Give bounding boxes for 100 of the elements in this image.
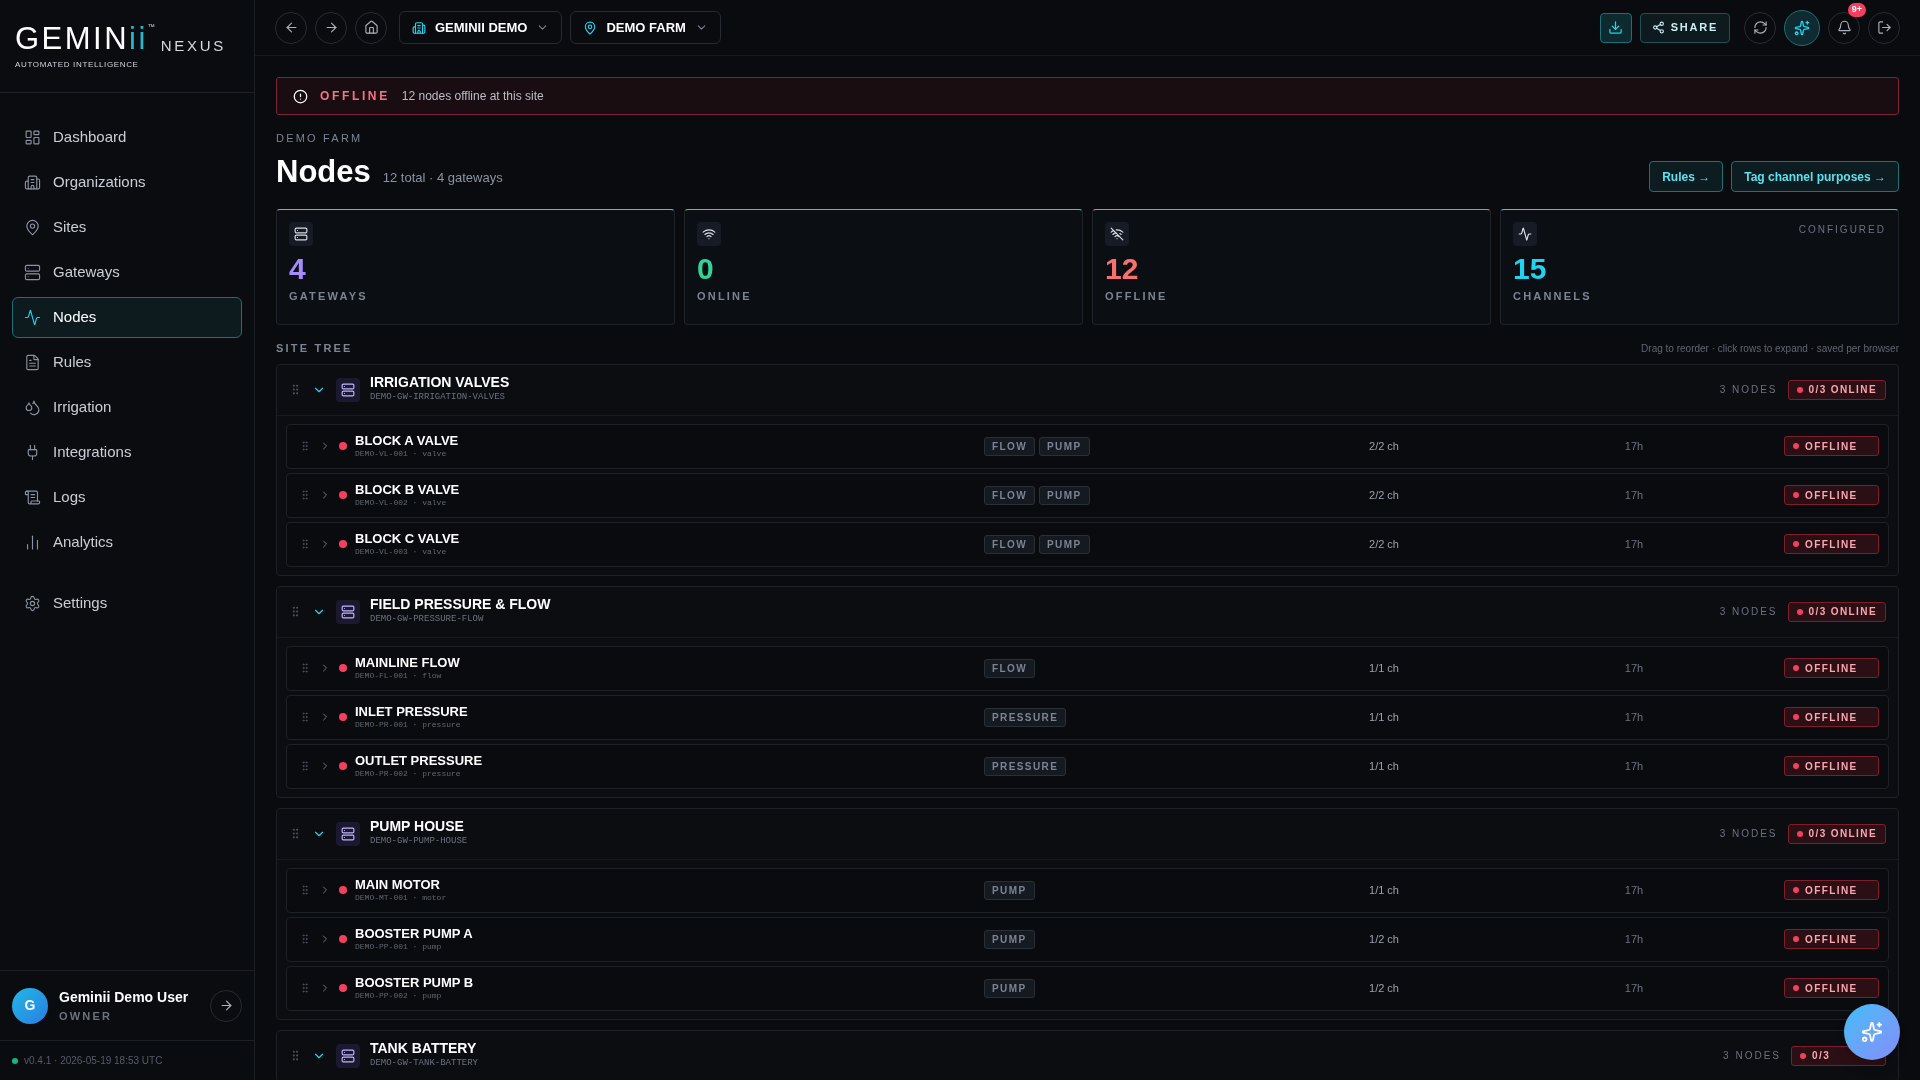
node-row[interactable]: BOOSTER PUMP A DEMO-PP-001 · pump PUMP 1/2 ch 17h OFFLINE [286, 916, 1889, 962]
drag-handle-icon[interactable] [299, 440, 311, 452]
server-icon [341, 826, 355, 841]
drag-handle-icon[interactable] [299, 711, 311, 723]
user-role: OWNER [59, 1008, 114, 1024]
node-row[interactable]: BLOCK B VALVE DEMO-VL-002 · valve FLOW PUMP 2/2 ch 17h OFFLINE [286, 472, 1889, 518]
nav-item[interactable]: Logs [12, 477, 242, 518]
node-row[interactable]: BLOCK A VALVE DEMO-VL-001 · valve FLOW PUMP 2/2 ch 17h OFFLINE [286, 423, 1889, 469]
purpose-tag: PUMP [984, 929, 1035, 949]
server-icon [341, 1048, 355, 1063]
nav-item[interactable]: Irrigation [12, 387, 242, 428]
node-row[interactable]: BOOSTER PUMP B DEMO-PP-002 · pump PUMP 1/2 ch 17h OFFLINE [286, 965, 1889, 1011]
purpose-tag: PUMP [984, 880, 1035, 900]
download-button[interactable] [1599, 12, 1632, 43]
stat-value: 0 [697, 251, 715, 287]
node-count: 3 NODES [1719, 827, 1778, 841]
node-name: BLOCK A VALVE [355, 432, 459, 448]
nav-item[interactable]: Gateways [12, 252, 242, 293]
download-icon [1608, 20, 1624, 35]
status-badge: OFFLINE [1784, 756, 1879, 776]
node-name: INLET PRESSURE [355, 703, 468, 719]
stat-label: CHANNELS [1513, 289, 1593, 304]
node-count: 3 NODES [1719, 383, 1778, 397]
drag-handle-icon[interactable] [299, 982, 311, 994]
node-row[interactable]: INLET PRESSURE DEMO-PR-001 · pressure PRESSURE 1/1 ch 17h OFFLINE [286, 694, 1889, 740]
drag-handle-icon[interactable] [299, 538, 311, 550]
version-text: v0.4.1 · 2026-05-19 18:53 UTC [24, 1054, 163, 1068]
logo-suffix: NEXUS [160, 36, 226, 56]
site-dropdown[interactable]: DEMO FARM [570, 11, 721, 44]
status-badge: OFFLINE [1784, 929, 1879, 949]
purpose-tag: PUMP [1039, 534, 1090, 554]
node-row[interactable]: OUTLET PRESSURE DEMO-PR-002 · pressure PRESSURE 1/1 ch 17h OFFLINE [286, 743, 1889, 789]
drag-handle-icon[interactable] [299, 489, 311, 501]
last-seen: 17h [1623, 709, 1645, 725]
node-name: BLOCK B VALVE [355, 481, 460, 497]
share-button[interactable]: SHARE [1639, 12, 1730, 43]
purpose-tag: PUMP [1039, 485, 1090, 505]
header-link-button[interactable]: Rules → [1649, 161, 1724, 192]
channel-count: 2/2 ch [1368, 438, 1400, 454]
assistant-button[interactable] [1784, 9, 1820, 46]
wifi-icon [702, 227, 716, 241]
drag-handle-icon[interactable] [299, 662, 311, 674]
refresh-icon [1752, 20, 1768, 35]
nav-item[interactable]: Nodes [12, 297, 242, 338]
gateway-name: IRRIGATION VALVES [370, 374, 510, 392]
node-row[interactable]: BLOCK C VALVE DEMO-VL-003 · valve FLOW PUMP 2/2 ch 17h OFFLINE [286, 521, 1889, 567]
nav-item[interactable]: Dashboard [12, 117, 242, 158]
nav-item[interactable]: Settings [12, 583, 242, 624]
building-icon [24, 174, 41, 191]
share-icon [1651, 21, 1665, 34]
node-id: DEMO-FL-001 · flow [355, 669, 443, 682]
node-id: DEMO-PR-001 · pressure [355, 718, 462, 731]
node-row[interactable]: MAINLINE FLOW DEMO-FL-001 · flow FLOW 1/1 ch 17h OFFLINE [286, 645, 1889, 691]
channel-count: 1/1 ch [1368, 758, 1400, 774]
scroll-icon [24, 489, 41, 506]
arrow-right-icon [218, 998, 234, 1013]
last-seen: 17h [1623, 758, 1645, 774]
page-title: Nodes [276, 152, 371, 191]
purpose-tag: FLOW [984, 436, 1036, 456]
node-id: DEMO-PR-002 · pressure [355, 767, 462, 780]
drag-handle-icon[interactable] [299, 760, 311, 772]
pulse-icon [24, 309, 41, 326]
nav-item[interactable]: Organizations [12, 162, 242, 203]
page-eyebrow: DEMO FARM [276, 131, 364, 146]
notification-count: 9+ [1847, 2, 1866, 17]
purpose-tag: PRESSURE [984, 756, 1067, 776]
channel-count: 1/2 ch [1368, 931, 1400, 947]
banner-message: 12 nodes offline at this site [401, 88, 544, 105]
stat-label: ONLINE [697, 289, 753, 304]
last-seen: 17h [1623, 487, 1645, 503]
user-avatar: G [12, 987, 48, 1024]
server-icon [24, 264, 41, 281]
nav-item[interactable]: Analytics [12, 522, 242, 563]
node-name: BOOSTER PUMP A [355, 925, 473, 941]
last-seen: 17h [1623, 980, 1645, 996]
status-badge: 0/3 ONLINE [1787, 601, 1886, 622]
header-link-button[interactable]: Tag channel purposes → [1731, 161, 1899, 192]
organization-dropdown[interactable]: GEMINII DEMO [399, 11, 563, 44]
building-icon [412, 20, 426, 35]
drag-handle-icon[interactable] [299, 884, 311, 896]
last-seen: 17h [1623, 438, 1645, 454]
nav-item[interactable]: Integrations [12, 432, 242, 473]
stat-value: 12 [1105, 251, 1140, 287]
purpose-tag: PUMP [984, 978, 1035, 998]
gateway-id: DEMO-GW-IRRIGATION-VALVES [370, 391, 507, 405]
node-id: DEMO-VL-002 · valve [355, 496, 448, 509]
status-badge: OFFLINE [1784, 534, 1879, 554]
stat-label: GATEWAYS [289, 289, 369, 304]
status-badge: 0/3 ONLINE [1787, 823, 1886, 844]
user-name: Geminii Demo User [59, 987, 190, 1007]
channel-count: 1/1 ch [1368, 709, 1400, 725]
nav-item[interactable]: Rules [12, 342, 242, 383]
last-seen: 17h [1623, 536, 1645, 552]
node-count: 3 NODES [1719, 605, 1778, 619]
node-id: DEMO-VL-001 · valve [355, 447, 448, 460]
nav-item[interactable]: Sites [12, 207, 242, 248]
stat-value: 4 [289, 251, 307, 287]
bar-chart-icon [24, 534, 41, 551]
node-row[interactable]: MAIN MOTOR DEMO-MT-001 · motor PUMP 1/1 ch 17h OFFLINE [286, 867, 1889, 913]
drag-handle-icon[interactable] [299, 933, 311, 945]
